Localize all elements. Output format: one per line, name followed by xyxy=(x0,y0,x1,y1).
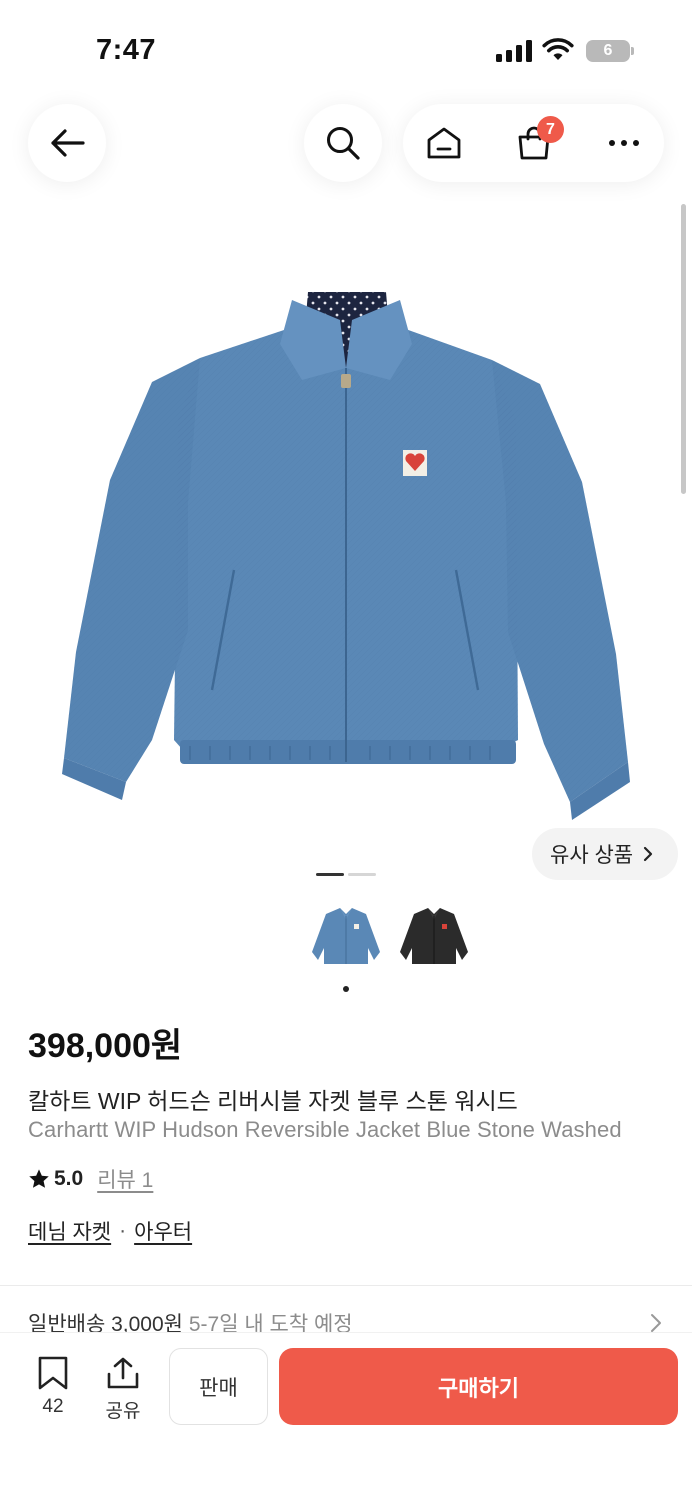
gallery-pager-inactive xyxy=(348,873,376,876)
bookmark-button[interactable]: 42 xyxy=(28,1356,78,1418)
more-button[interactable] xyxy=(585,104,663,182)
category-breadcrumb: 데님 자켓 · 아우터 xyxy=(28,1217,192,1245)
thumbnail-black-jacket[interactable] xyxy=(396,900,472,976)
product-image[interactable] xyxy=(40,270,652,820)
battery-level: 6 xyxy=(603,42,613,59)
gallery-pager-active xyxy=(316,873,344,876)
scroll-indicator xyxy=(681,204,686,494)
bookmark-count: 42 xyxy=(42,1396,64,1417)
search-button[interactable] xyxy=(304,104,382,182)
back-button[interactable] xyxy=(28,104,106,182)
buy-button[interactable]: 구매하기 xyxy=(279,1348,678,1425)
chevron-right-icon xyxy=(651,1314,661,1332)
wifi-icon xyxy=(542,38,574,60)
back-arrow-icon xyxy=(51,129,85,157)
nav-action-group xyxy=(403,104,664,182)
search-icon xyxy=(327,127,360,160)
home-icon xyxy=(427,127,461,159)
category-link-denim-jacket[interactable]: 데님 자켓 xyxy=(28,1216,111,1246)
category-separator: · xyxy=(119,1219,127,1242)
similar-products-label: 유사 상품 xyxy=(550,844,634,867)
section-divider xyxy=(0,1285,692,1286)
status-time: 7:47 xyxy=(96,34,157,66)
bookmark-icon xyxy=(38,1356,68,1390)
star-icon xyxy=(29,1169,49,1188)
rating-row: 5.0 리뷰 1 xyxy=(28,1165,153,1193)
cart-count-badge: 7 xyxy=(537,116,564,143)
share-label: 공유 xyxy=(105,1401,141,1422)
cart-button[interactable] xyxy=(495,104,573,182)
more-icon xyxy=(609,140,639,146)
rating-value: 5.0 xyxy=(54,1167,84,1190)
battery-indicator: 6 xyxy=(586,40,634,62)
thumbnail-selected-dot xyxy=(343,986,349,992)
cellular-signal-icon xyxy=(496,40,532,62)
product-title-english: Carhartt WIP Hudson Reversible Jacket Bl… xyxy=(28,1117,622,1142)
similar-products-button[interactable]: 유사 상품 xyxy=(532,828,678,880)
home-button[interactable] xyxy=(405,104,483,182)
thumbnail-blue-jacket[interactable] xyxy=(308,900,384,976)
status-bar: 7:47 6 xyxy=(0,0,692,100)
chevron-right-icon xyxy=(644,846,653,862)
product-price: 398,000원 xyxy=(28,1027,183,1065)
share-icon xyxy=(107,1357,139,1389)
sell-button[interactable]: 판매 xyxy=(169,1348,268,1425)
share-button[interactable]: 공유 xyxy=(98,1356,148,1423)
product-title-korean: 칼하트 WIP 허드슨 리버시블 자켓 블루 스톤 워시드 xyxy=(28,1088,518,1114)
category-link-outer[interactable]: 아우터 xyxy=(134,1216,192,1246)
review-count-link[interactable]: 리뷰 1 xyxy=(97,1164,153,1194)
